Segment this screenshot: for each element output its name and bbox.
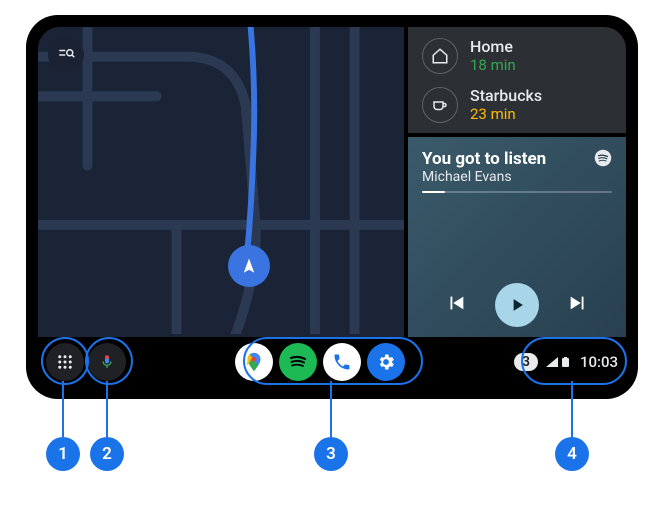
phone-app[interactable] [323,343,361,381]
device-frame: Home 18 min Starbucks 23 min [26,15,638,399]
notification-badge[interactable]: 3 [514,353,538,371]
map-search-button[interactable] [48,37,84,73]
clock: 10:03 [580,353,618,371]
callout-line-2 [106,381,108,437]
media-next-button[interactable] [567,292,589,318]
destinations-card: Home 18 min Starbucks 23 min [408,27,626,133]
callout-line-4 [571,381,573,437]
navigation-arrow-icon [240,257,258,275]
signal-battery-icons [546,357,574,368]
grid-icon [56,353,74,371]
spotify-icon [594,149,612,167]
screen: Home 18 min Starbucks 23 min [38,27,626,387]
destination-row-home[interactable]: Home 18 min [422,37,612,74]
destination-label: Home [470,37,516,56]
app-launcher-button[interactable] [46,343,84,381]
current-location-marker [228,245,270,287]
microphone-icon [99,354,115,370]
media-progress-bar[interactable] [422,191,612,193]
media-previous-button[interactable] [445,292,467,318]
spotify-app[interactable] [279,343,317,381]
callout-3: 3 [314,437,348,471]
maps-pin-icon [243,351,265,373]
google-maps-app[interactable] [235,343,273,381]
callout-1: 1 [46,437,80,471]
media-artist: Michael Evans [422,169,546,185]
media-play-button[interactable] [495,283,539,327]
coffee-icon [422,87,458,123]
callout-line-1 [62,381,64,437]
media-progress-fill [422,191,445,193]
phone-icon [332,352,352,372]
destination-eta: 18 min [470,56,516,74]
destination-row-starbucks[interactable]: Starbucks 23 min [422,86,612,123]
callout-line-3 [330,381,332,437]
side-panel: Home 18 min Starbucks 23 min [408,27,626,337]
media-card[interactable]: You got to listen Michael Evans [408,137,626,337]
destination-label: Starbucks [470,86,542,105]
voice-assistant-button[interactable] [88,343,126,381]
status-area[interactable]: 3 10:03 [514,353,618,371]
nav-bar: 3 10:03 [38,337,626,387]
app-dock [235,343,405,381]
callout-2: 2 [90,437,124,471]
home-icon [422,38,458,74]
media-title: You got to listen [422,149,546,169]
spotify-icon [286,350,310,374]
search-list-icon [57,46,75,64]
gear-icon [376,352,396,372]
map-roads [38,27,404,334]
settings-app[interactable] [367,343,405,381]
callout-4: 4 [555,437,589,471]
map-panel[interactable] [38,27,404,337]
destination-eta: 23 min [470,105,542,123]
